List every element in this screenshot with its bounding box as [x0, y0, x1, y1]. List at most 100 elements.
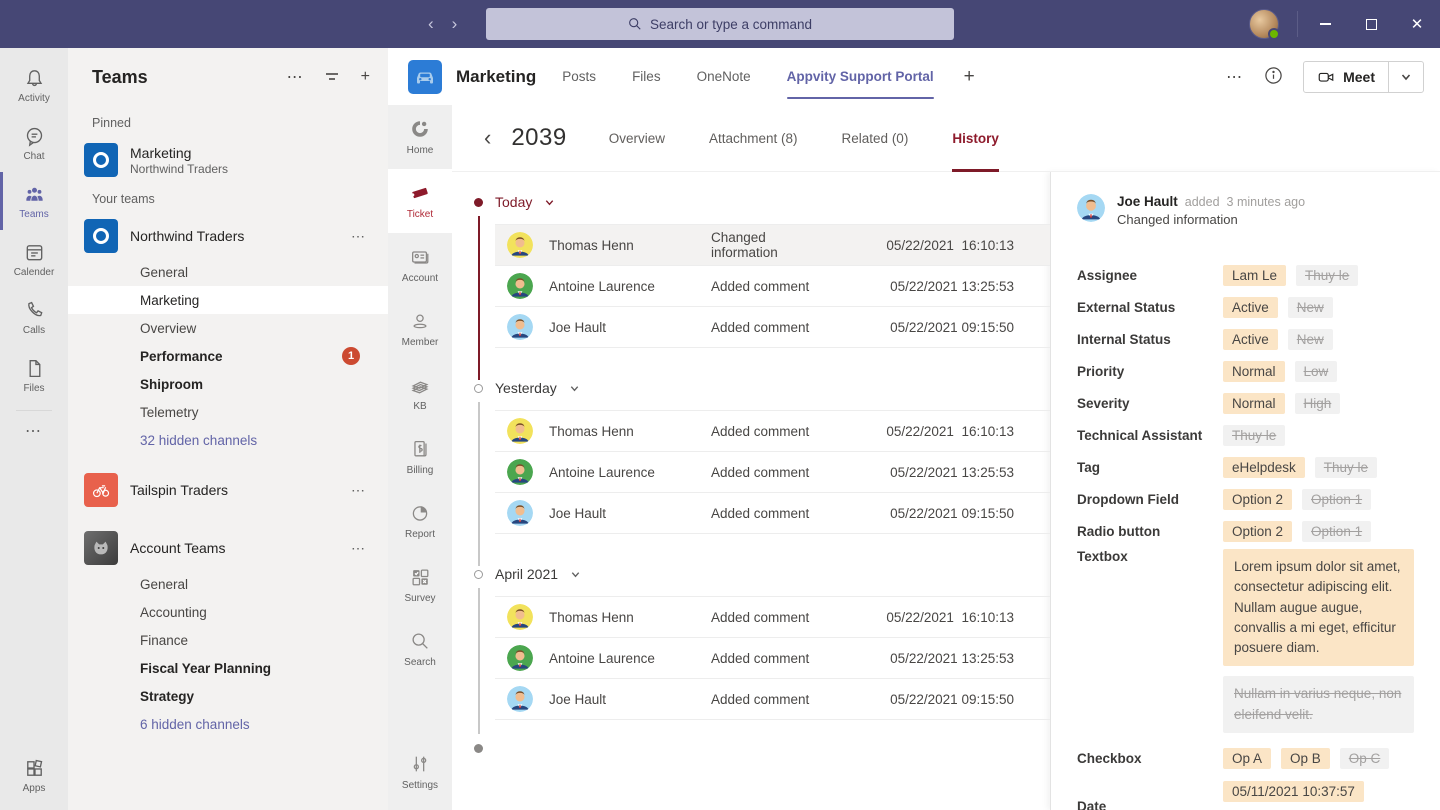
- ticket-tab-overview[interactable]: Overview: [609, 105, 665, 172]
- history-row-date: 05/22/2021 16:10:13: [834, 610, 1014, 625]
- timeline-group-header[interactable]: Yesterday: [474, 372, 1050, 404]
- channel-accounting[interactable]: Accounting: [68, 598, 388, 626]
- app-rail-search[interactable]: Search: [388, 617, 452, 681]
- northwind-logo-icon: [84, 219, 118, 253]
- add-tab-icon[interactable]: +: [964, 66, 975, 88]
- pinned-channel-marketing[interactable]: Marketing Northwind Traders: [68, 138, 388, 182]
- rail-spacer: [0, 450, 68, 746]
- avatar: [507, 273, 533, 299]
- channel-performance[interactable]: Performance 1: [68, 342, 388, 370]
- channel-overview[interactable]: Overview: [68, 314, 388, 342]
- filter-icon[interactable]: [323, 68, 341, 86]
- history-row[interactable]: Joe Hault Added comment 05/22/2021 09:15…: [495, 307, 1050, 348]
- rail-label: Activity: [18, 93, 50, 104]
- app-rail-label: Report: [405, 529, 435, 540]
- channel-title: Marketing: [456, 67, 536, 87]
- tab-posts[interactable]: Posts: [562, 48, 596, 105]
- app-rail-home[interactable]: Home: [388, 105, 452, 169]
- channel-shiproom[interactable]: Shiproom: [68, 370, 388, 398]
- team-options-icon[interactable]: ⋯: [351, 540, 366, 557]
- ticket-tab-related[interactable]: Related (0): [842, 105, 909, 172]
- new-value-chip: Normal: [1223, 361, 1285, 382]
- app-rail-billing[interactable]: Billing: [388, 425, 452, 489]
- field-label: Priority: [1077, 364, 1223, 379]
- app-rail-account[interactable]: Account: [388, 233, 452, 297]
- close-button[interactable]: ✕: [1394, 0, 1440, 48]
- timeline-group-header[interactable]: Today: [474, 186, 1050, 218]
- minimize-icon: [1320, 23, 1331, 25]
- history-row[interactable]: Antoine Laurence Added comment 05/22/202…: [495, 452, 1050, 493]
- minimize-button[interactable]: [1302, 0, 1348, 48]
- field-severity: Severity Normal High: [1077, 387, 1414, 419]
- channel-marketing[interactable]: Marketing: [68, 286, 388, 314]
- channel-label: Marketing: [140, 293, 199, 308]
- channel-telemetry[interactable]: Telemetry: [68, 398, 388, 426]
- rail-item-files[interactable]: Files: [0, 346, 68, 404]
- rail-item-activity[interactable]: Activity: [0, 56, 68, 114]
- forward-icon[interactable]: ›: [452, 0, 458, 48]
- rail-more-button[interactable]: ⋯: [16, 410, 52, 450]
- history-row-date: 05/22/2021 13:25:53: [834, 465, 1014, 480]
- meet-dropdown-button[interactable]: [1389, 62, 1423, 92]
- history-row-date: 05/22/2021 13:25:53: [834, 279, 1014, 294]
- hidden-channels-link-account[interactable]: 6 hidden channels: [68, 710, 388, 738]
- app-rail-member[interactable]: Member: [388, 297, 452, 361]
- history-row-action: Added comment: [711, 279, 834, 294]
- field-technical-assistant: Technical Assistant Thuy le: [1077, 419, 1414, 451]
- history-row[interactable]: Thomas Henn Added comment 05/22/2021 16:…: [495, 411, 1050, 452]
- history-row[interactable]: Antoine Laurence Added comment 05/22/202…: [495, 638, 1050, 679]
- channel-strategy[interactable]: Strategy: [68, 682, 388, 710]
- meet-button[interactable]: Meet: [1304, 62, 1389, 92]
- join-create-team-icon[interactable]: +: [361, 68, 370, 86]
- team-northwind-traders[interactable]: Northwind Traders ⋯: [68, 214, 388, 258]
- search-input[interactable]: Search or type a command: [486, 8, 954, 40]
- channel-finance[interactable]: Finance: [68, 626, 388, 654]
- hidden-channels-link-northwind[interactable]: 32 hidden channels: [68, 426, 388, 454]
- channel-label: Strategy: [140, 689, 194, 704]
- app-rail-label: Survey: [404, 593, 435, 604]
- channel-more-icon[interactable]: ⋯: [1226, 67, 1244, 87]
- rail-item-apps[interactable]: Apps: [0, 746, 68, 804]
- new-value-chip: 05/11/2021 10:37:57: [1223, 781, 1364, 802]
- history-row[interactable]: Joe Hault Added comment 05/22/2021 09:15…: [495, 493, 1050, 534]
- team-options-icon[interactable]: ⋯: [351, 482, 366, 499]
- channel-general[interactable]: General: [68, 258, 388, 286]
- ticket-back-icon[interactable]: ‹: [484, 125, 491, 151]
- user-avatar[interactable]: [1249, 9, 1279, 39]
- team-options-icon[interactable]: ⋯: [351, 228, 366, 245]
- history-row[interactable]: Joe Hault Added comment 05/22/2021 09:15…: [495, 679, 1050, 720]
- rail-item-chat[interactable]: Chat: [0, 114, 68, 172]
- app-rail-report[interactable]: Report: [388, 489, 452, 553]
- rail-item-calls[interactable]: Calls: [0, 288, 68, 346]
- rail-item-teams[interactable]: Teams: [0, 172, 68, 230]
- history-row[interactable]: Thomas Henn Added comment 05/22/2021 16:…: [495, 597, 1050, 638]
- app-rail-settings[interactable]: Settings: [388, 740, 452, 804]
- channel-info-icon[interactable]: [1264, 66, 1283, 88]
- tab-appvity-support-portal[interactable]: Appvity Support Portal: [787, 48, 934, 105]
- ticket-tab-history[interactable]: History: [952, 105, 999, 172]
- new-value-chip: Active: [1223, 329, 1278, 350]
- history-row[interactable]: Thomas Henn Changed information 05/22/20…: [495, 225, 1050, 266]
- tab-files[interactable]: Files: [632, 48, 661, 105]
- channel-general-account[interactable]: General: [68, 570, 388, 598]
- maximize-button[interactable]: [1348, 0, 1394, 48]
- history-row[interactable]: Antoine Laurence Added comment 05/22/202…: [495, 266, 1050, 307]
- timeline-group-header[interactable]: April 2021: [474, 558, 1050, 590]
- channel-fiscal-year-planning[interactable]: Fiscal Year Planning: [68, 654, 388, 682]
- account-card-icon: [409, 246, 431, 268]
- ticket-tab-attachment[interactable]: Attachment (8): [709, 105, 798, 172]
- history-row-action: Added comment: [711, 424, 834, 439]
- channel-label: Performance: [140, 349, 223, 364]
- tab-label: OneNote: [697, 69, 751, 84]
- team-account-teams[interactable]: Account Teams ⋯: [68, 526, 388, 570]
- app-rail-kb[interactable]: KB: [388, 361, 452, 425]
- history-row-action: Added comment: [711, 465, 834, 480]
- pinned-channel-name: Marketing: [130, 145, 228, 161]
- back-icon[interactable]: ‹: [428, 0, 434, 48]
- rail-item-calendar[interactable]: Calender: [0, 230, 68, 288]
- app-rail-ticket[interactable]: Ticket: [388, 169, 452, 233]
- team-tailspin-traders[interactable]: Tailspin Traders ⋯: [68, 468, 388, 512]
- tab-onenote[interactable]: OneNote: [697, 48, 751, 105]
- teams-more-icon[interactable]: ⋯: [287, 67, 303, 87]
- app-rail-survey[interactable]: Survey: [388, 553, 452, 617]
